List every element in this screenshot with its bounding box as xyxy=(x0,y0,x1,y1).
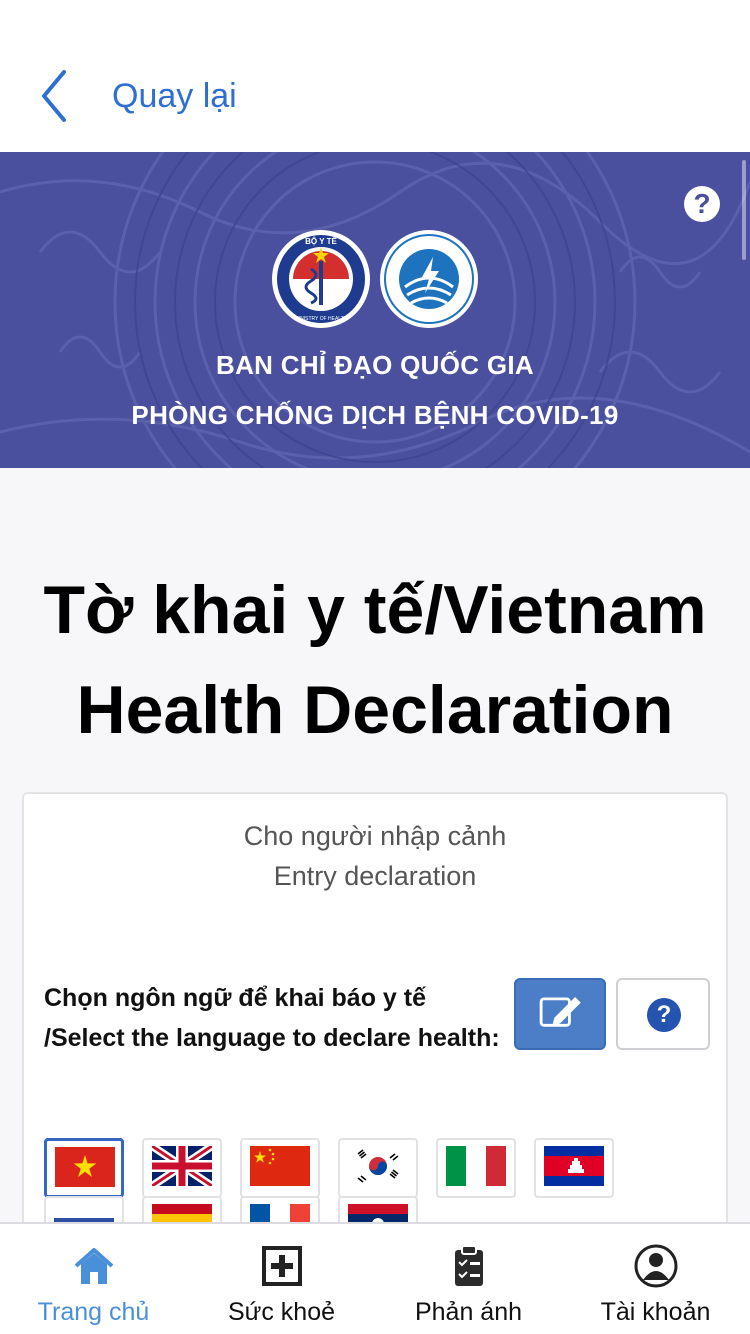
tab-feedback[interactable]: Phản ánh xyxy=(375,1224,562,1334)
back-label: Quay lại xyxy=(112,76,237,115)
uk-flag-icon xyxy=(152,1146,212,1186)
top-navigation-bar: Quay lại xyxy=(0,0,750,152)
question-circle-icon: ? xyxy=(693,188,711,219)
back-button[interactable]: Quay lại xyxy=(36,66,237,126)
edit-button[interactable] xyxy=(514,978,606,1050)
header-banner: ? BỘ Y TẾ MINISTRY OF HEALTH BAN CHỈ ĐẠO… xyxy=(0,152,750,468)
ministry-logos: BỘ Y TẾ MINISTRY OF HEALTH xyxy=(272,230,478,328)
china-flag-icon xyxy=(250,1146,310,1186)
tab-health[interactable]: Sức khoẻ xyxy=(188,1224,375,1334)
home-icon xyxy=(74,1248,114,1284)
declaration-card: Cho người nhập cảnh Entry declaration Ch… xyxy=(22,792,728,1256)
ministry-of-information-logo xyxy=(380,230,478,328)
vietnam-flag-icon xyxy=(55,1147,115,1187)
language-prompt: Chọn ngôn ngữ để khai báo y tế /Select t… xyxy=(44,984,500,1052)
flag-united-kingdom[interactable] xyxy=(142,1138,222,1198)
language-help-button[interactable]: ? xyxy=(616,978,710,1050)
page-title-line1: Tờ khai y tế/Vietnam xyxy=(43,572,707,648)
user-icon xyxy=(634,1244,678,1288)
banner-title-line1: BAN CHỈ ĐẠO QUỐC GIA xyxy=(216,350,534,380)
chevron-left-icon xyxy=(42,70,66,122)
tab-home[interactable]: Trang chủ xyxy=(0,1224,187,1334)
italy-flag-icon xyxy=(446,1146,506,1186)
svg-text:MINISTRY OF HEALTH: MINISTRY OF HEALTH xyxy=(295,316,348,322)
korea-flag-icon xyxy=(348,1146,408,1186)
flag-south-korea[interactable] xyxy=(338,1138,418,1198)
banner-help-button[interactable]: ? xyxy=(684,186,720,222)
clipboard-icon xyxy=(455,1245,483,1286)
question-circle-icon: ? xyxy=(647,998,681,1032)
cambodia-flag-icon xyxy=(544,1146,604,1186)
flag-vietnam[interactable] xyxy=(44,1138,124,1198)
tab-account[interactable]: Tài khoản xyxy=(562,1224,749,1334)
medical-cross-icon xyxy=(262,1246,302,1286)
page-title: Tờ khai y tế/Vietnam Health Declaration xyxy=(0,560,750,760)
tab-label-home: Trang chủ xyxy=(37,1298,150,1326)
scroll-indicator xyxy=(742,160,746,260)
svg-text:BỘ Y TẾ: BỘ Y TẾ xyxy=(305,236,337,246)
tab-label-feedback: Phản ánh xyxy=(414,1298,523,1326)
flag-cambodia[interactable] xyxy=(534,1138,614,1198)
ministry-of-health-logo: BỘ Y TẾ MINISTRY OF HEALTH xyxy=(272,230,370,328)
tab-label-health: Sức khoẻ xyxy=(227,1298,336,1326)
banner-title-line2: PHÒNG CHỐNG DỊCH BỆNH COVID-19 xyxy=(131,400,619,430)
tab-label-vi: Cho người nhập cảnh xyxy=(243,821,507,851)
edit-icon xyxy=(539,997,581,1027)
tab-label-en: Entry declaration xyxy=(273,861,477,891)
bottom-tab-bar: Trang chủ Sức khoẻ Phản ánh Tài khoản xyxy=(0,1222,750,1334)
tab-label-account: Tài khoản xyxy=(600,1298,711,1326)
page-title-line2: Health Declaration xyxy=(76,672,674,748)
flag-italy[interactable] xyxy=(436,1138,516,1198)
flag-china[interactable] xyxy=(240,1138,320,1198)
tab-entry-declaration[interactable]: Cho người nhập cảnh Entry declaration xyxy=(24,794,726,914)
